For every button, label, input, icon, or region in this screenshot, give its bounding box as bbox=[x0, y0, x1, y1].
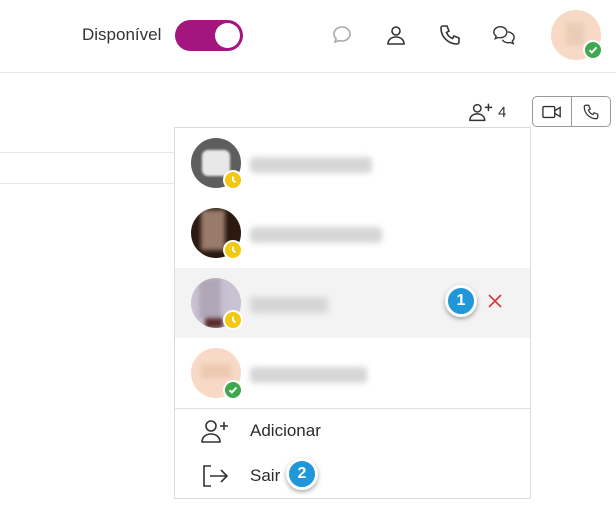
call-buttons bbox=[532, 96, 611, 127]
self-avatar[interactable] bbox=[551, 10, 603, 60]
availability-toggle[interactable] bbox=[175, 20, 243, 51]
pending-status-icon bbox=[223, 240, 243, 260]
add-participant-button[interactable]: Adicionar bbox=[175, 411, 530, 451]
top-header: Disponível bbox=[0, 0, 616, 73]
participant-name bbox=[250, 297, 328, 313]
participants-button[interactable]: 4 bbox=[468, 98, 506, 126]
divider bbox=[0, 152, 175, 153]
participant-name bbox=[250, 157, 372, 173]
add-user-icon bbox=[199, 417, 231, 445]
video-call-button[interactable] bbox=[533, 97, 571, 126]
toggle-knob bbox=[215, 23, 240, 48]
participant-row[interactable] bbox=[175, 128, 530, 198]
availability-label: Disponível bbox=[82, 25, 162, 44]
logout-icon bbox=[199, 462, 231, 490]
conversations-icon[interactable] bbox=[491, 22, 517, 48]
step-marker-2: 2 bbox=[286, 458, 318, 490]
add-user-icon bbox=[469, 103, 493, 122]
participant-name bbox=[250, 227, 382, 243]
add-participant-label: Adicionar bbox=[250, 421, 321, 440]
participants-count: 4 bbox=[498, 103, 507, 121]
participants-dropdown: 1 Adicionar Sair 2 bbox=[174, 127, 531, 499]
leave-call-button[interactable]: Sair 2 bbox=[175, 456, 530, 496]
available-status-icon bbox=[583, 40, 603, 60]
participant-name bbox=[250, 367, 367, 383]
remove-participant-icon[interactable] bbox=[484, 290, 506, 312]
pending-status-icon bbox=[223, 170, 243, 190]
leave-call-label: Sair bbox=[250, 466, 281, 485]
available-status-icon bbox=[223, 380, 243, 400]
voice-call-button[interactable] bbox=[571, 97, 610, 126]
call-window: Disponível 4 1 Adicionar Sair 2 bbox=[0, 0, 616, 523]
phone-icon[interactable] bbox=[437, 22, 463, 48]
user-icon[interactable] bbox=[383, 22, 409, 48]
pending-status-icon bbox=[223, 310, 243, 330]
video-camera-icon bbox=[542, 105, 561, 118]
divider bbox=[175, 408, 530, 409]
participant-row[interactable]: 1 bbox=[175, 268, 530, 338]
chat-bubble-icon[interactable] bbox=[329, 22, 355, 48]
participant-row[interactable] bbox=[175, 198, 530, 268]
self-avatar-image bbox=[566, 23, 584, 45]
participant-row[interactable] bbox=[175, 338, 530, 408]
step-marker-1: 1 bbox=[445, 285, 477, 317]
phone-icon bbox=[583, 104, 599, 119]
divider bbox=[0, 183, 175, 184]
